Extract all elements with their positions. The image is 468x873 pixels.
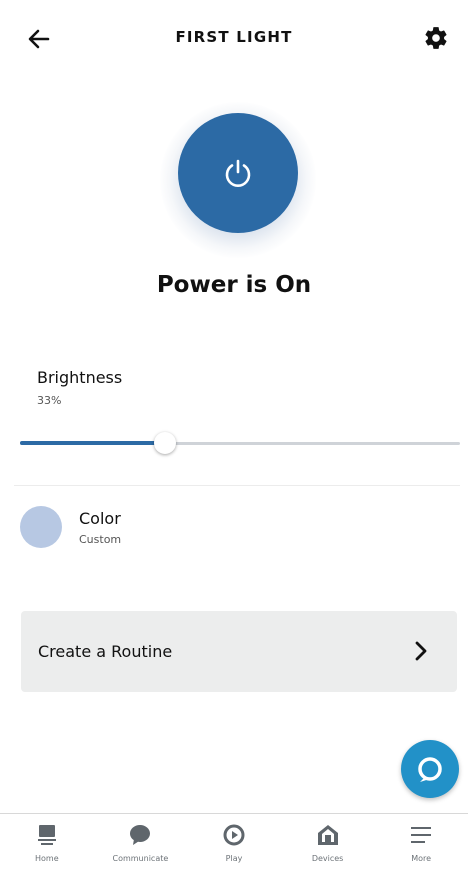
color-swatch[interactable] [20, 506, 62, 548]
power-toggle-button[interactable] [178, 113, 298, 233]
power-status-text: Power is On [156, 272, 312, 298]
home-icon [34, 822, 60, 848]
chat-bubble-icon [127, 822, 153, 848]
power-icon [225, 159, 251, 187]
alexa-icon [418, 757, 442, 782]
brightness-label: Brightness [37, 368, 123, 387]
color-value: Custom [79, 533, 122, 546]
brightness-slider[interactable] [20, 431, 460, 455]
bottom-nav: Home Communicate Play Devices More [0, 813, 468, 873]
play-icon [221, 822, 247, 848]
create-routine-button[interactable]: Create a Routine [21, 611, 457, 692]
nav-item-home[interactable]: Home [0, 814, 94, 873]
chevron-right-icon [411, 639, 431, 663]
slider-thumb[interactable] [154, 432, 177, 454]
page-title: FIRST LIGHT [175, 28, 293, 46]
nav-label-more: More [411, 854, 432, 863]
nav-label-communicate: Communicate [112, 854, 169, 863]
devices-house-icon [315, 822, 341, 848]
nav-label-devices: Devices [311, 854, 344, 863]
color-label: Color [79, 509, 121, 528]
color-row[interactable]: Color Custom [0, 500, 468, 556]
gear-icon [425, 27, 447, 49]
nav-item-play[interactable]: Play [187, 814, 281, 873]
divider [14, 485, 460, 486]
slider-fill [20, 441, 166, 445]
nav-label-home: Home [34, 854, 59, 863]
brightness-value: 33% [37, 394, 62, 407]
menu-icon [408, 822, 434, 848]
alexa-button[interactable] [401, 740, 459, 798]
nav-label-play: Play [225, 854, 243, 863]
nav-item-devices[interactable]: Devices [281, 814, 375, 873]
nav-item-communicate[interactable]: Communicate [94, 814, 188, 873]
nav-item-more[interactable]: More [374, 814, 468, 873]
create-routine-label: Create a Routine [38, 642, 173, 661]
settings-button[interactable] [418, 20, 454, 56]
top-bar: FIRST LIGHT [0, 0, 468, 76]
